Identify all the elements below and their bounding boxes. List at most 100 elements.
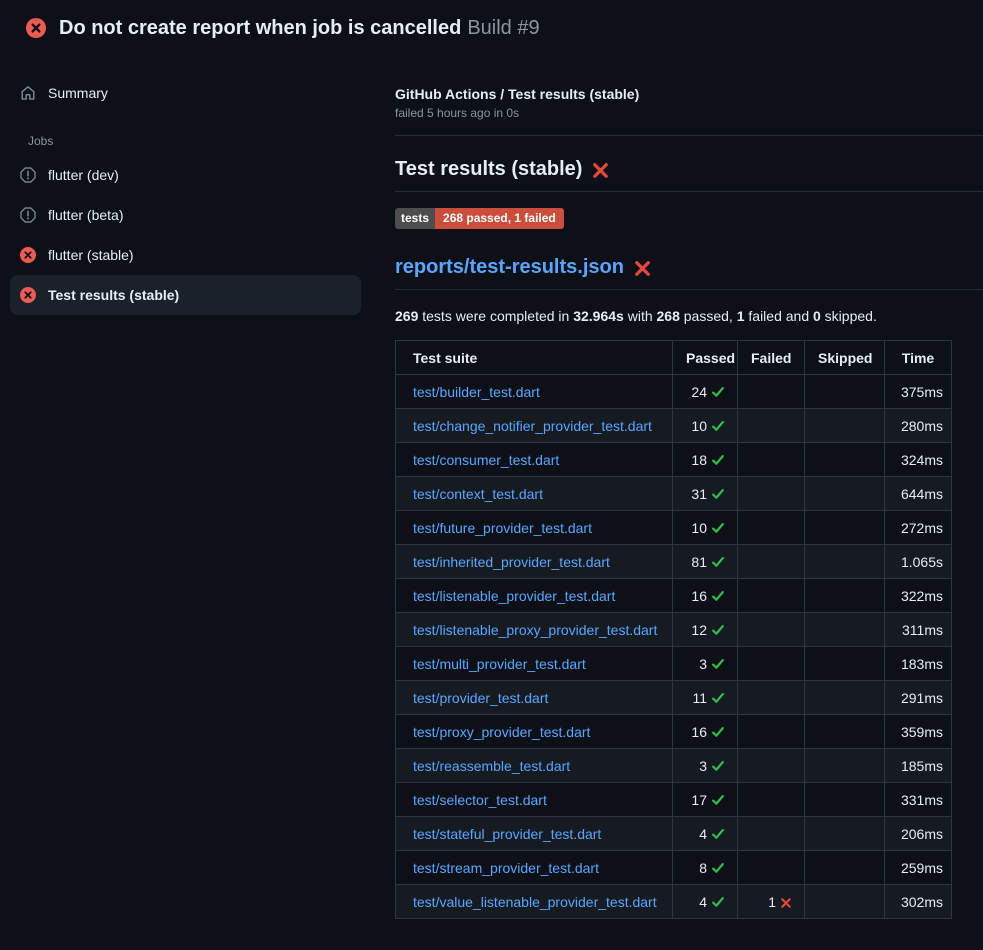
passed-cell-count: 4 <box>699 894 707 910</box>
report-file-link[interactable]: reports/test-results.json <box>395 256 624 279</box>
summary-text: with <box>624 308 657 324</box>
table-row: test/stream_provider_test.dart8259ms <box>396 851 952 885</box>
time-cell: 272ms <box>885 511 952 545</box>
skipped-cell <box>805 647 885 681</box>
passed-cell: 10 <box>673 409 738 443</box>
passed-cell: 16 <box>673 579 738 613</box>
passed-cell: 18 <box>673 443 738 477</box>
skipped-cell <box>805 783 885 817</box>
time-cell: 324ms <box>885 443 952 477</box>
failed-cross-icon <box>592 162 609 179</box>
suite-cell: test/selector_test.dart <box>396 783 673 817</box>
check-icon <box>711 759 725 773</box>
section-heading: Test results (stable) <box>395 158 983 192</box>
sidebar-item-label: Summary <box>48 85 108 101</box>
passed-cell: 16 <box>673 715 738 749</box>
column-header-skipped: Skipped <box>805 341 885 375</box>
run-meta: failed 5 hours ago in 0s <box>395 106 983 120</box>
sidebar-item-job-2[interactable]: flutter (stable) <box>10 235 361 275</box>
suite-link[interactable]: test/reassemble_test.dart <box>413 758 570 774</box>
passed-cell: 17 <box>673 783 738 817</box>
suite-link[interactable]: test/builder_test.dart <box>413 384 540 400</box>
sidebar: Summary Jobs flutter (dev)flutter (beta)… <box>0 56 371 315</box>
passed-cell-count: 81 <box>691 554 707 570</box>
sidebar-item-job-1[interactable]: flutter (beta) <box>10 195 361 235</box>
table-row: test/listenable_proxy_provider_test.dart… <box>396 613 952 647</box>
suite-link[interactable]: test/provider_test.dart <box>413 690 548 706</box>
table-row: test/builder_test.dart24375ms <box>396 375 952 409</box>
check-icon <box>711 895 725 909</box>
failed-cell <box>738 375 805 409</box>
time-cell: 185ms <box>885 749 952 783</box>
suite-link[interactable]: test/value_listenable_provider_test.dart <box>413 894 657 910</box>
sidebar-item-label: flutter (stable) <box>48 247 134 263</box>
table-row: test/selector_test.dart17331ms <box>396 783 952 817</box>
table-row: test/future_provider_test.dart 10 272ms <box>396 511 952 545</box>
skipped-cell <box>805 749 885 783</box>
table-row: test/value_listenable_provider_test.dart… <box>396 885 952 919</box>
suite-link[interactable]: test/consumer_test.dart <box>413 452 559 468</box>
skipped-cell <box>805 511 885 545</box>
skipped-cell <box>805 409 885 443</box>
suite-link[interactable]: test/proxy_provider_test.dart <box>413 724 590 740</box>
content: Summary Jobs flutter (dev)flutter (beta)… <box>0 56 983 919</box>
time-cell: 206ms <box>885 817 952 851</box>
suite-link[interactable]: test/change_notifier_provider_test.dart <box>413 418 652 434</box>
summary-text: failed and <box>745 308 814 324</box>
sidebar-item-summary[interactable]: Summary <box>10 73 361 113</box>
table-row: test/change_notifier_provider_test.dart 1… <box>396 409 952 443</box>
column-header-passed: Passed <box>673 341 738 375</box>
summary-value: 1 <box>737 308 745 324</box>
suite-cell: test/stream_provider_test.dart <box>396 851 673 885</box>
suite-link[interactable]: test/inherited_provider_test.dart <box>413 554 610 570</box>
failed-cell <box>738 511 805 545</box>
passed-cell: 81 <box>673 545 738 579</box>
suite-cell: test/reassemble_test.dart <box>396 749 673 783</box>
check-icon <box>711 827 725 841</box>
suite-cell: test/value_listenable_provider_test.dart <box>396 885 673 919</box>
suite-link[interactable]: test/selector_test.dart <box>413 792 547 808</box>
failed-cell <box>738 851 805 885</box>
passed-cell-count: 4 <box>699 826 707 842</box>
time-cell: 359ms <box>885 715 952 749</box>
table-row: test/context_test.dart31644ms <box>396 477 952 511</box>
suite-link[interactable]: test/listenable_provider_test.dart <box>413 588 615 604</box>
summary-value: 0 <box>813 308 821 324</box>
divider <box>395 135 983 136</box>
passed-cell-count: 10 <box>691 520 707 536</box>
summary-value: 32.964s <box>573 308 624 324</box>
suite-link[interactable]: test/context_test.dart <box>413 486 543 502</box>
sidebar-item-job-3[interactable]: Test results (stable) <box>10 275 361 315</box>
passed-cell-count: 31 <box>691 486 707 502</box>
suite-cell: test/inherited_provider_test.dart <box>396 545 673 579</box>
passed-cell: 3 <box>673 749 738 783</box>
suite-cell: test/multi_provider_test.dart <box>396 647 673 681</box>
suite-link[interactable]: test/listenable_proxy_provider_test.dart <box>413 622 657 638</box>
passed-cell-count: 3 <box>699 656 707 672</box>
check-icon <box>711 589 725 603</box>
cross-icon <box>780 897 792 909</box>
home-icon <box>20 85 36 101</box>
failed-cell <box>738 443 805 477</box>
check-icon <box>711 861 725 875</box>
passed-cell: 4 <box>673 817 738 851</box>
table-row: test/stateful_provider_test.dart 4 206ms <box>396 817 952 851</box>
time-cell: 322ms <box>885 579 952 613</box>
table-row: test/provider_test.dart 11 291ms <box>396 681 952 715</box>
suite-link[interactable]: test/future_provider_test.dart <box>413 520 592 536</box>
suite-link[interactable]: test/stream_provider_test.dart <box>413 860 599 876</box>
suite-link[interactable]: test/stateful_provider_test.dart <box>413 826 601 842</box>
column-header-failed: Failed <box>738 341 805 375</box>
sidebar-item-job-0[interactable]: flutter (dev) <box>10 155 361 195</box>
passed-cell-count: 11 <box>692 690 707 706</box>
failed-cell: 1 <box>738 885 805 919</box>
check-icon <box>711 419 725 433</box>
suite-cell: test/listenable_provider_test.dart <box>396 579 673 613</box>
suite-link[interactable]: test/multi_provider_test.dart <box>413 656 586 672</box>
time-cell: 1.065s <box>885 545 952 579</box>
header-row: Test suitePassedFailedSkippedTime <box>396 341 952 375</box>
passed-cell-count: 3 <box>699 758 707 774</box>
suite-cell: test/provider_test.dart <box>396 681 673 715</box>
suite-cell: test/context_test.dart <box>396 477 673 511</box>
time-cell: 291ms <box>885 681 952 715</box>
